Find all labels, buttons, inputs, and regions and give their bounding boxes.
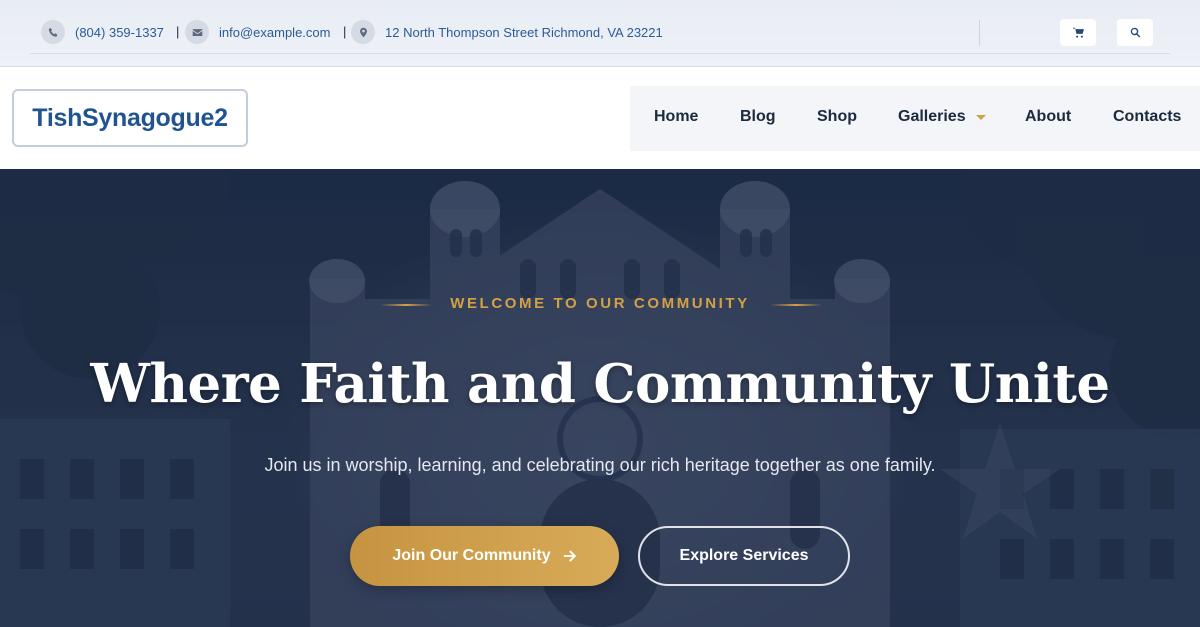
nav-shop[interactable]: Shop [817, 108, 857, 126]
cart-button[interactable] [1060, 19, 1096, 46]
search-button[interactable] [1117, 19, 1153, 46]
top-info-bar-inner: (804) 359-1337 | info@example.com | 12 N… [30, 0, 1170, 54]
kicker-line-right [770, 304, 822, 306]
nav-home[interactable]: Home [654, 108, 698, 126]
arrow-right-icon [563, 550, 576, 562]
nav-blog[interactable]: Blog [740, 108, 776, 126]
top-info-bar: (804) 359-1337 | info@example.com | 12 N… [0, 0, 1200, 67]
chevron-down-icon[interactable] [976, 115, 986, 120]
main-nav: Home Blog Shop Galleries About Contacts [630, 86, 1200, 151]
cart-icon [1072, 27, 1084, 38]
nav-about[interactable]: About [1025, 108, 1071, 126]
email-address[interactable]: info@example.com [219, 25, 330, 40]
hero-subtitle: Join us in worship, learning, and celebr… [264, 455, 936, 475]
hero-kicker: WELCOME TO OUR COMMUNITY [450, 295, 750, 312]
phone-contact[interactable]: (804) 359-1337 [41, 20, 164, 44]
email-contact[interactable]: info@example.com [185, 20, 330, 44]
separator: | [343, 24, 347, 39]
envelope-icon [185, 20, 209, 44]
map-marker-icon [351, 20, 375, 44]
nav-galleries[interactable]: Galleries [898, 108, 966, 126]
street-address[interactable]: 12 North Thompson Street Richmond, VA 23… [385, 25, 663, 40]
address-contact[interactable]: 12 North Thompson Street Richmond, VA 23… [351, 20, 663, 44]
phone-icon [41, 20, 65, 44]
hero-title: Where Faith and Community Unite [90, 353, 1110, 415]
join-community-button[interactable]: Join Our Community [350, 526, 619, 586]
search-icon [1130, 27, 1140, 38]
join-community-label: Join Our Community [392, 547, 551, 564]
nav-contacts[interactable]: Contacts [1113, 108, 1181, 126]
explore-services-label: Explore Services [679, 547, 809, 564]
hero-kicker-wrap: WELCOME TO OUR COMMUNITY [0, 295, 1200, 313]
site-logo[interactable]: TishSynagogue2 [12, 89, 248, 147]
site-header: TishSynagogue2 Home Blog Shop Galleries … [0, 67, 1200, 169]
hero-section: WELCOME TO OUR COMMUNITY Where Faith and… [0, 169, 1200, 627]
divider [979, 20, 980, 46]
separator: | [176, 24, 180, 39]
explore-services-button[interactable]: Explore Services [638, 526, 850, 586]
phone-number[interactable]: (804) 359-1337 [75, 25, 164, 40]
logo-text[interactable]: TishSynagogue2 [32, 104, 228, 133]
